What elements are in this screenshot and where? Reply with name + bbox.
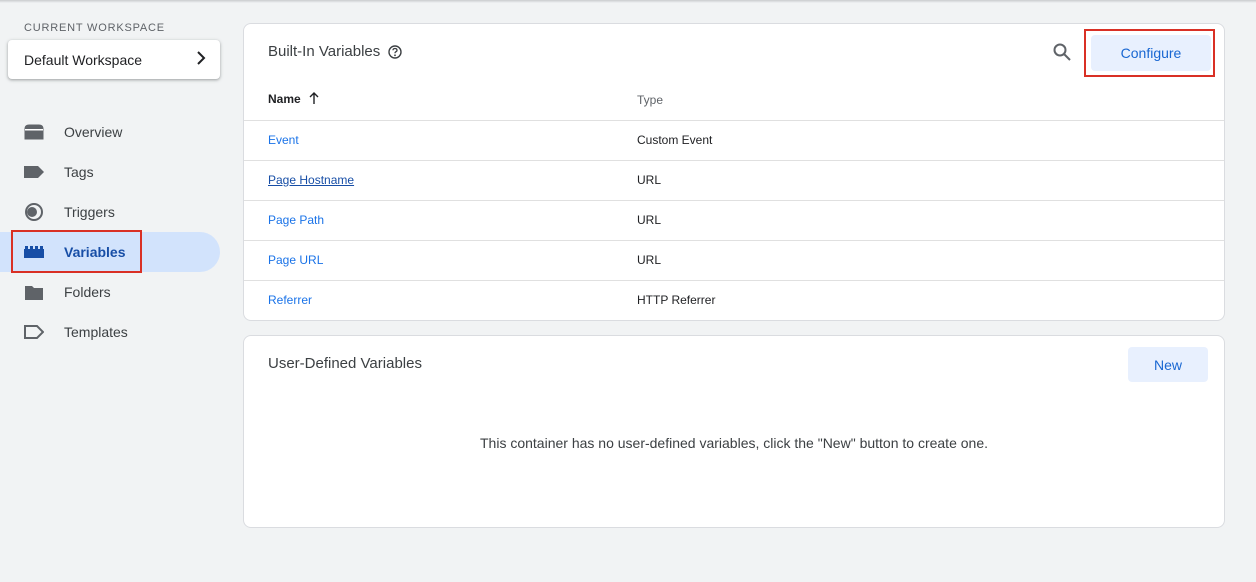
sidebar-item-label: Templates: [64, 324, 128, 340]
variable-name-link[interactable]: Page URL: [268, 253, 323, 267]
builtin-variables-card: Built-In Variables Configure Name Type E…: [243, 23, 1225, 321]
variable-type: URL: [637, 159, 1224, 200]
configure-button[interactable]: Configure: [1091, 35, 1211, 71]
sidebar-item-label: Folders: [64, 284, 111, 300]
folder-icon: [24, 283, 44, 301]
help-icon[interactable]: [388, 44, 402, 59]
user-defined-variables-card: User-Defined Variables New This containe…: [243, 335, 1225, 528]
variable-type: HTTP Referrer: [637, 279, 1224, 320]
sidebar-item-templates[interactable]: Templates: [0, 312, 220, 352]
sidebar-nav: Overview Tags Triggers Variables Folders: [0, 112, 232, 352]
sidebar-item-label: Variables: [64, 244, 126, 260]
sidebar-item-variables[interactable]: Variables: [0, 232, 220, 272]
workspace-name: Default Workspace: [24, 51, 143, 68]
variable-type: URL: [637, 239, 1224, 280]
table-header-row: Name Type: [244, 80, 1224, 120]
sidebar-item-triggers[interactable]: Triggers: [0, 192, 220, 232]
variable-name-link[interactable]: Page Path: [268, 213, 324, 227]
trigger-icon: [24, 203, 44, 221]
empty-state-message: This container has no user-defined varia…: [480, 435, 988, 451]
sidebar-item-tags[interactable]: Tags: [0, 152, 220, 192]
variable-name-link[interactable]: Referrer: [268, 293, 312, 307]
sidebar-item-overview[interactable]: Overview: [0, 112, 220, 152]
variable-name-link[interactable]: Page Hostname: [268, 173, 354, 187]
table-row: Page Hostname URL: [244, 159, 1224, 200]
tag-icon: [24, 163, 44, 181]
variable-type: Custom Event: [637, 119, 1224, 160]
builtin-variables-table: Name Type Event Custom Event Page Hostna…: [244, 80, 1224, 320]
table-row: Referrer HTTP Referrer: [244, 279, 1224, 320]
workspace-selector[interactable]: Default Workspace: [8, 40, 220, 79]
workspace-label: CURRENT WORKSPACE: [24, 22, 165, 34]
variables-icon: [24, 243, 44, 261]
sidebar-item-label: Triggers: [64, 204, 115, 220]
name-column-header[interactable]: Name: [244, 80, 637, 120]
sidebar-item-label: Overview: [64, 124, 123, 140]
chevron-right-icon: [196, 51, 206, 68]
type-column-header[interactable]: Type: [637, 80, 1224, 120]
table-row: Page Path URL: [244, 199, 1224, 240]
search-icon[interactable]: [1053, 43, 1071, 66]
template-icon: [24, 323, 44, 341]
overview-icon: [24, 123, 44, 141]
sidebar-item-label: Tags: [64, 164, 94, 180]
new-variable-button[interactable]: New: [1128, 347, 1208, 382]
user-defined-variables-title: User-Defined Variables: [268, 355, 422, 372]
sidebar: CURRENT WORKSPACE Default Workspace Over…: [0, 0, 232, 582]
table-row: Page URL URL: [244, 239, 1224, 280]
sidebar-item-folders[interactable]: Folders: [0, 272, 220, 312]
variable-type: URL: [637, 199, 1224, 240]
arrow-up-icon: [309, 92, 319, 107]
builtin-variables-title: Built-In Variables: [268, 43, 402, 60]
table-row: Event Custom Event: [244, 119, 1224, 160]
variable-name-link[interactable]: Event: [268, 133, 299, 147]
